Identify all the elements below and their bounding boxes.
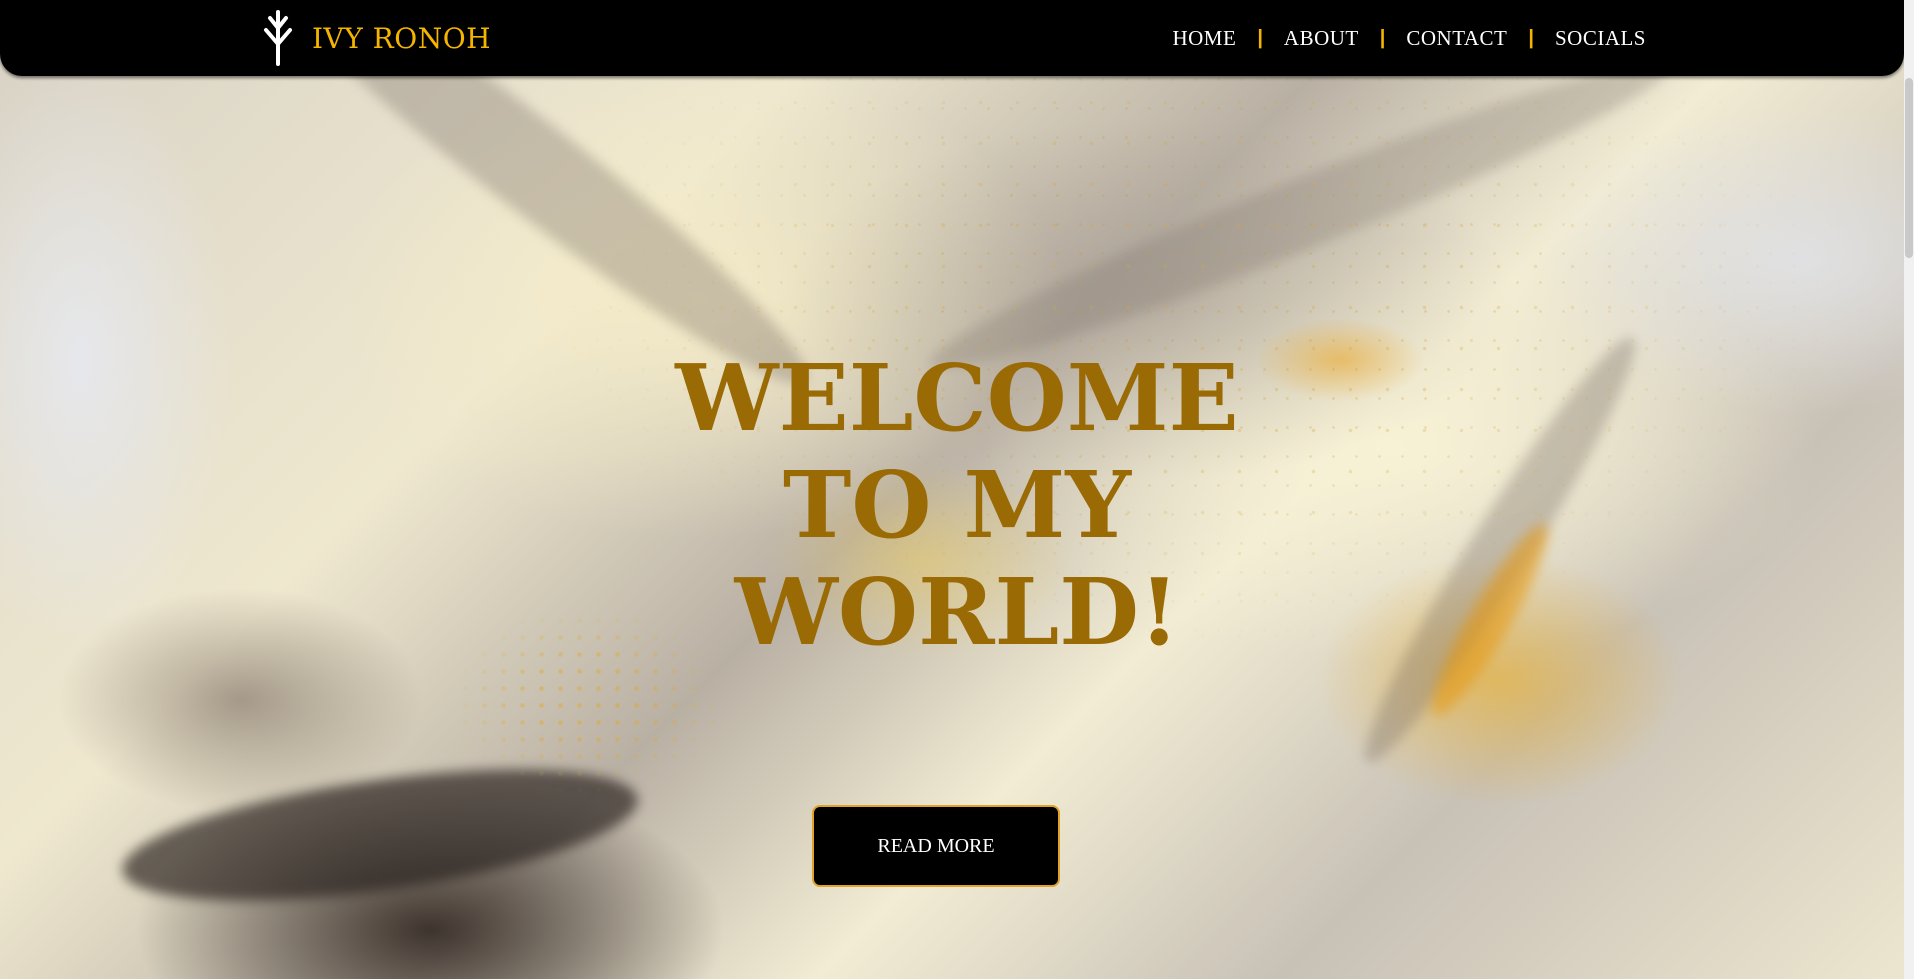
- page-scrollbar[interactable]: [1904, 0, 1914, 979]
- nav-about[interactable]: ABOUT: [1284, 26, 1359, 51]
- nav-home[interactable]: HOME: [1172, 26, 1236, 51]
- brand-link[interactable]: IVY RONOH: [258, 8, 491, 68]
- arrow-tree-logo-icon: [264, 10, 292, 66]
- hero-title: WELCOME TO MY WORLD!: [0, 345, 1914, 666]
- brand-name: IVY RONOH: [312, 21, 492, 55]
- nav-separator: |: [1257, 26, 1263, 49]
- hero-title-line: WORLD!: [734, 558, 1180, 666]
- nav-separator: |: [1528, 26, 1534, 49]
- read-more-button[interactable]: READ MORE: [812, 805, 1060, 887]
- page: IVY RONOH HOME | ABOUT | CONTACT | SOCIA…: [0, 0, 1914, 979]
- main-nav: HOME | ABOUT | CONTACT | SOCIALS: [1172, 0, 1646, 76]
- hero-title-line: TO MY: [782, 451, 1132, 559]
- nav-contact[interactable]: CONTACT: [1406, 26, 1507, 51]
- scrollbar-thumb[interactable]: [1905, 78, 1913, 258]
- nav-separator: |: [1379, 26, 1386, 49]
- navbar: IVY RONOH HOME | ABOUT | CONTACT | SOCIA…: [0, 0, 1904, 76]
- nav-socials[interactable]: SOCIALS: [1555, 26, 1646, 51]
- hero-title-line: WELCOME: [675, 344, 1239, 452]
